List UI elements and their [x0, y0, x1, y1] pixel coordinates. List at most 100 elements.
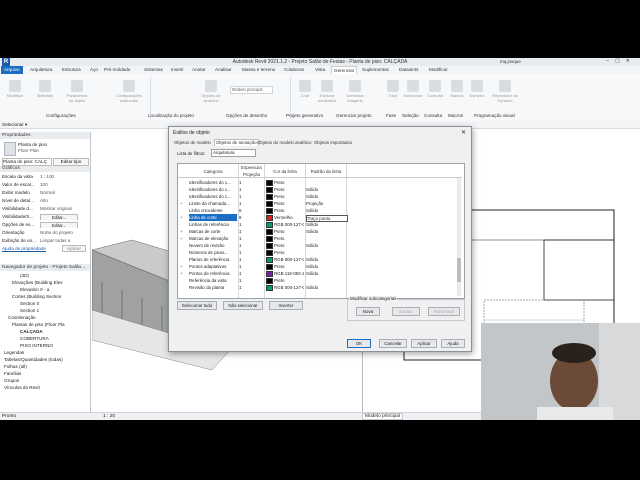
- expand-toggle[interactable]: +: [180, 235, 186, 242]
- line-color-cell[interactable]: Preto: [266, 200, 304, 207]
- browser-tree-item[interactable]: Section 0: [20, 301, 39, 307]
- line-pattern-cell[interactable]: Projeção: [306, 200, 346, 207]
- line-color-cell[interactable]: Preto: [266, 207, 304, 214]
- table-row[interactable]: + Pontos de referência 1 RGB 119-050-1 Sólid…: [178, 270, 460, 277]
- browser-tree-item[interactable]: COBERTURA: [20, 336, 49, 342]
- apply-button[interactable]: Aplicar: [62, 245, 86, 252]
- view-instance-selector[interactable]: Planta de piso: CALÇ: [2, 158, 52, 166]
- category-cell[interactable]: Planos de referência: [189, 256, 237, 263]
- gerenciar-imagens-button[interactable]: Gerenciar imagens: [344, 80, 366, 103]
- table-row[interactable]: Nuvem de revisão 1 Preto Sólido: [178, 242, 460, 249]
- browser-tree-item[interactable]: Plantas de piso (Floor Pla: [12, 322, 65, 328]
- new-subcategory-button[interactable]: Nova: [356, 307, 380, 316]
- line-weight-cell[interactable]: 1: [239, 249, 263, 256]
- ok-button[interactable]: OK: [347, 339, 371, 348]
- table-row[interactable]: + Limite da chamada... 1 Preto Projeção: [178, 200, 460, 207]
- properties-help-link[interactable]: Ajuda de propriedades: [2, 245, 46, 252]
- property-row[interactable]: Visibilidade d... Mostrar original: [2, 205, 88, 212]
- selecionar-button[interactable]: Selecionar: [402, 80, 424, 98]
- line-pattern-cell[interactable]: Sólido: [306, 207, 346, 214]
- browser-tree-item[interactable]: CALÇADA: [20, 329, 43, 335]
- browser-tree-item[interactable]: Cortes (Building Section: [12, 294, 61, 300]
- opcoes-desenho-button[interactable]: Opções de desenho: [200, 80, 222, 103]
- category-cell[interactable]: Linha ortovidente: [189, 207, 237, 214]
- expand-toggle[interactable]: +: [180, 263, 186, 270]
- property-value[interactable]: Alto: [40, 197, 48, 204]
- browser-tree-item[interactable]: Folhas (all): [4, 364, 27, 370]
- delete-subcategory-button[interactable]: Excluir: [392, 307, 420, 316]
- line-pattern-cell[interactable]: Sólido: [306, 256, 346, 263]
- dynamo-button[interactable]: Dynamo: [466, 80, 488, 98]
- browser-tree-item[interactable]: Coordenação: [8, 315, 36, 321]
- line-pattern-cell[interactable]: Sólido: [306, 242, 346, 249]
- expand-toggle[interactable]: +: [180, 270, 186, 277]
- line-weight-cell[interactable]: 1: [239, 228, 263, 235]
- window-controls[interactable]: –▢✕: [606, 58, 636, 64]
- browser-tree-item[interactable]: Elevation 0 - a: [20, 287, 49, 293]
- line-weight-cell[interactable]: 1: [239, 235, 263, 242]
- tab-pre-moldado[interactable]: Pré-moldado: [104, 67, 130, 72]
- line-color-cell[interactable]: Preto: [266, 263, 304, 270]
- macros-button[interactable]: Macros: [446, 80, 468, 98]
- tab-estrutura[interactable]: Estrutura: [62, 67, 81, 72]
- tab-suplementos[interactable]: Suplementos: [362, 67, 389, 72]
- category-cell[interactable]: Identificadores do c...: [189, 186, 237, 193]
- line-weight-cell[interactable]: 8: [239, 214, 263, 221]
- tab-objetos-anotacao[interactable]: Objetos de anotação: [214, 139, 259, 146]
- browser-tree-item[interactable]: Vínculos do Revit: [4, 385, 40, 391]
- tab-anotar[interactable]: Anotar: [192, 67, 206, 72]
- line-color-cell[interactable]: RGB 000-127-C: [266, 221, 304, 228]
- table-row[interactable]: Revisão da planta 1 RGB 000-127-C Sólido: [178, 284, 460, 291]
- line-pattern-cell[interactable]: Sólido: [306, 193, 346, 200]
- category-cell[interactable]: Limite da chamada...: [189, 200, 237, 207]
- table-row[interactable]: + Linha de corte 8 Vermelho Traço ponto: [178, 214, 460, 222]
- line-color-cell[interactable]: Preto: [266, 277, 304, 284]
- edit-button[interactable]: Editar...: [40, 222, 78, 228]
- line-color-cell[interactable]: Preto: [266, 249, 304, 256]
- category-cell[interactable]: Revisão da planta: [189, 284, 237, 291]
- property-row[interactable]: Valor de escal... 100: [2, 181, 88, 188]
- modelo-principal-dropdown[interactable]: Modelo principal: [230, 86, 273, 94]
- line-pattern-cell[interactable]: Sólido: [306, 263, 346, 270]
- parametros-objeto-button[interactable]: Parâmetros do objeto: [66, 80, 88, 103]
- browser-tree-item[interactable]: Tabelas/Quantidades (todas): [4, 357, 63, 363]
- category-cell[interactable]: Identificadores do c...: [189, 193, 237, 200]
- table-row[interactable]: + Marcas de elevação 1 Preto: [178, 235, 460, 242]
- materiais-button[interactable]: Materiais: [34, 80, 56, 98]
- tab-analisar[interactable]: Analisar: [215, 67, 232, 72]
- line-weight-cell[interactable]: 1: [239, 221, 263, 228]
- criar-button[interactable]: Criar: [294, 80, 316, 98]
- line-pattern-cell[interactable]: Sólido: [306, 228, 346, 235]
- property-row[interactable]: Opções de ex... Editar...: [2, 221, 88, 228]
- line-pattern-cell[interactable]: Sólido: [306, 221, 346, 228]
- filter-dropdown[interactable]: Arquitetura: [211, 149, 256, 157]
- table-row[interactable]: Números de pisos... 1 Preto: [178, 249, 460, 256]
- tab-massa-e-terreno[interactable]: Massa e terreno: [242, 67, 275, 72]
- table-row[interactable]: Identificadores do c... 1 Preto Sólido: [178, 193, 460, 200]
- tab-objetos-importados[interactable]: Objetos importados: [314, 140, 352, 145]
- tab-inserir[interactable]: Inserir: [171, 67, 184, 72]
- expand-toggle[interactable]: +: [180, 200, 186, 207]
- line-weight-cell[interactable]: 1: [239, 263, 263, 270]
- table-row[interactable]: Referência da vista 1 Preto: [178, 277, 460, 284]
- help-button[interactable]: Ajuda: [441, 339, 465, 348]
- tab-objetos-analitico[interactable]: Objetos do modelo analítico: [257, 140, 311, 145]
- category-cell[interactable]: Identificadores do c...: [189, 179, 237, 186]
- tab-modificar[interactable]: Modificar: [429, 67, 448, 72]
- browser-tree-item[interactable]: Grupos: [4, 378, 19, 384]
- view-scale-a[interactable]: 1 : 20: [103, 414, 115, 419]
- property-row[interactable]: Orientação Norte do projeto: [2, 229, 88, 236]
- invert-button[interactable]: Inverter: [269, 301, 303, 310]
- category-cell[interactable]: Marcas de elevação: [189, 235, 237, 242]
- property-value[interactable]: Mostrar original: [40, 205, 72, 212]
- line-color-cell[interactable]: Preto: [266, 193, 304, 200]
- table-row[interactable]: Identificadores do c... 1 Preto: [178, 179, 460, 186]
- line-weight-cell[interactable]: 1: [239, 277, 263, 284]
- table-row[interactable]: Linha ortovidente 6 Preto Sólido: [178, 207, 460, 214]
- tab-arquivo[interactable]: Arquivo: [1, 66, 23, 74]
- property-value[interactable]: Normal: [40, 189, 55, 196]
- expand-toggle[interactable]: +: [180, 228, 186, 235]
- line-pattern-cell[interactable]: Sólido: [306, 270, 346, 277]
- active-model-dropdown[interactable]: Modelo principal: [362, 413, 403, 420]
- property-row[interactable]: Nível de detal... Alto: [2, 197, 88, 204]
